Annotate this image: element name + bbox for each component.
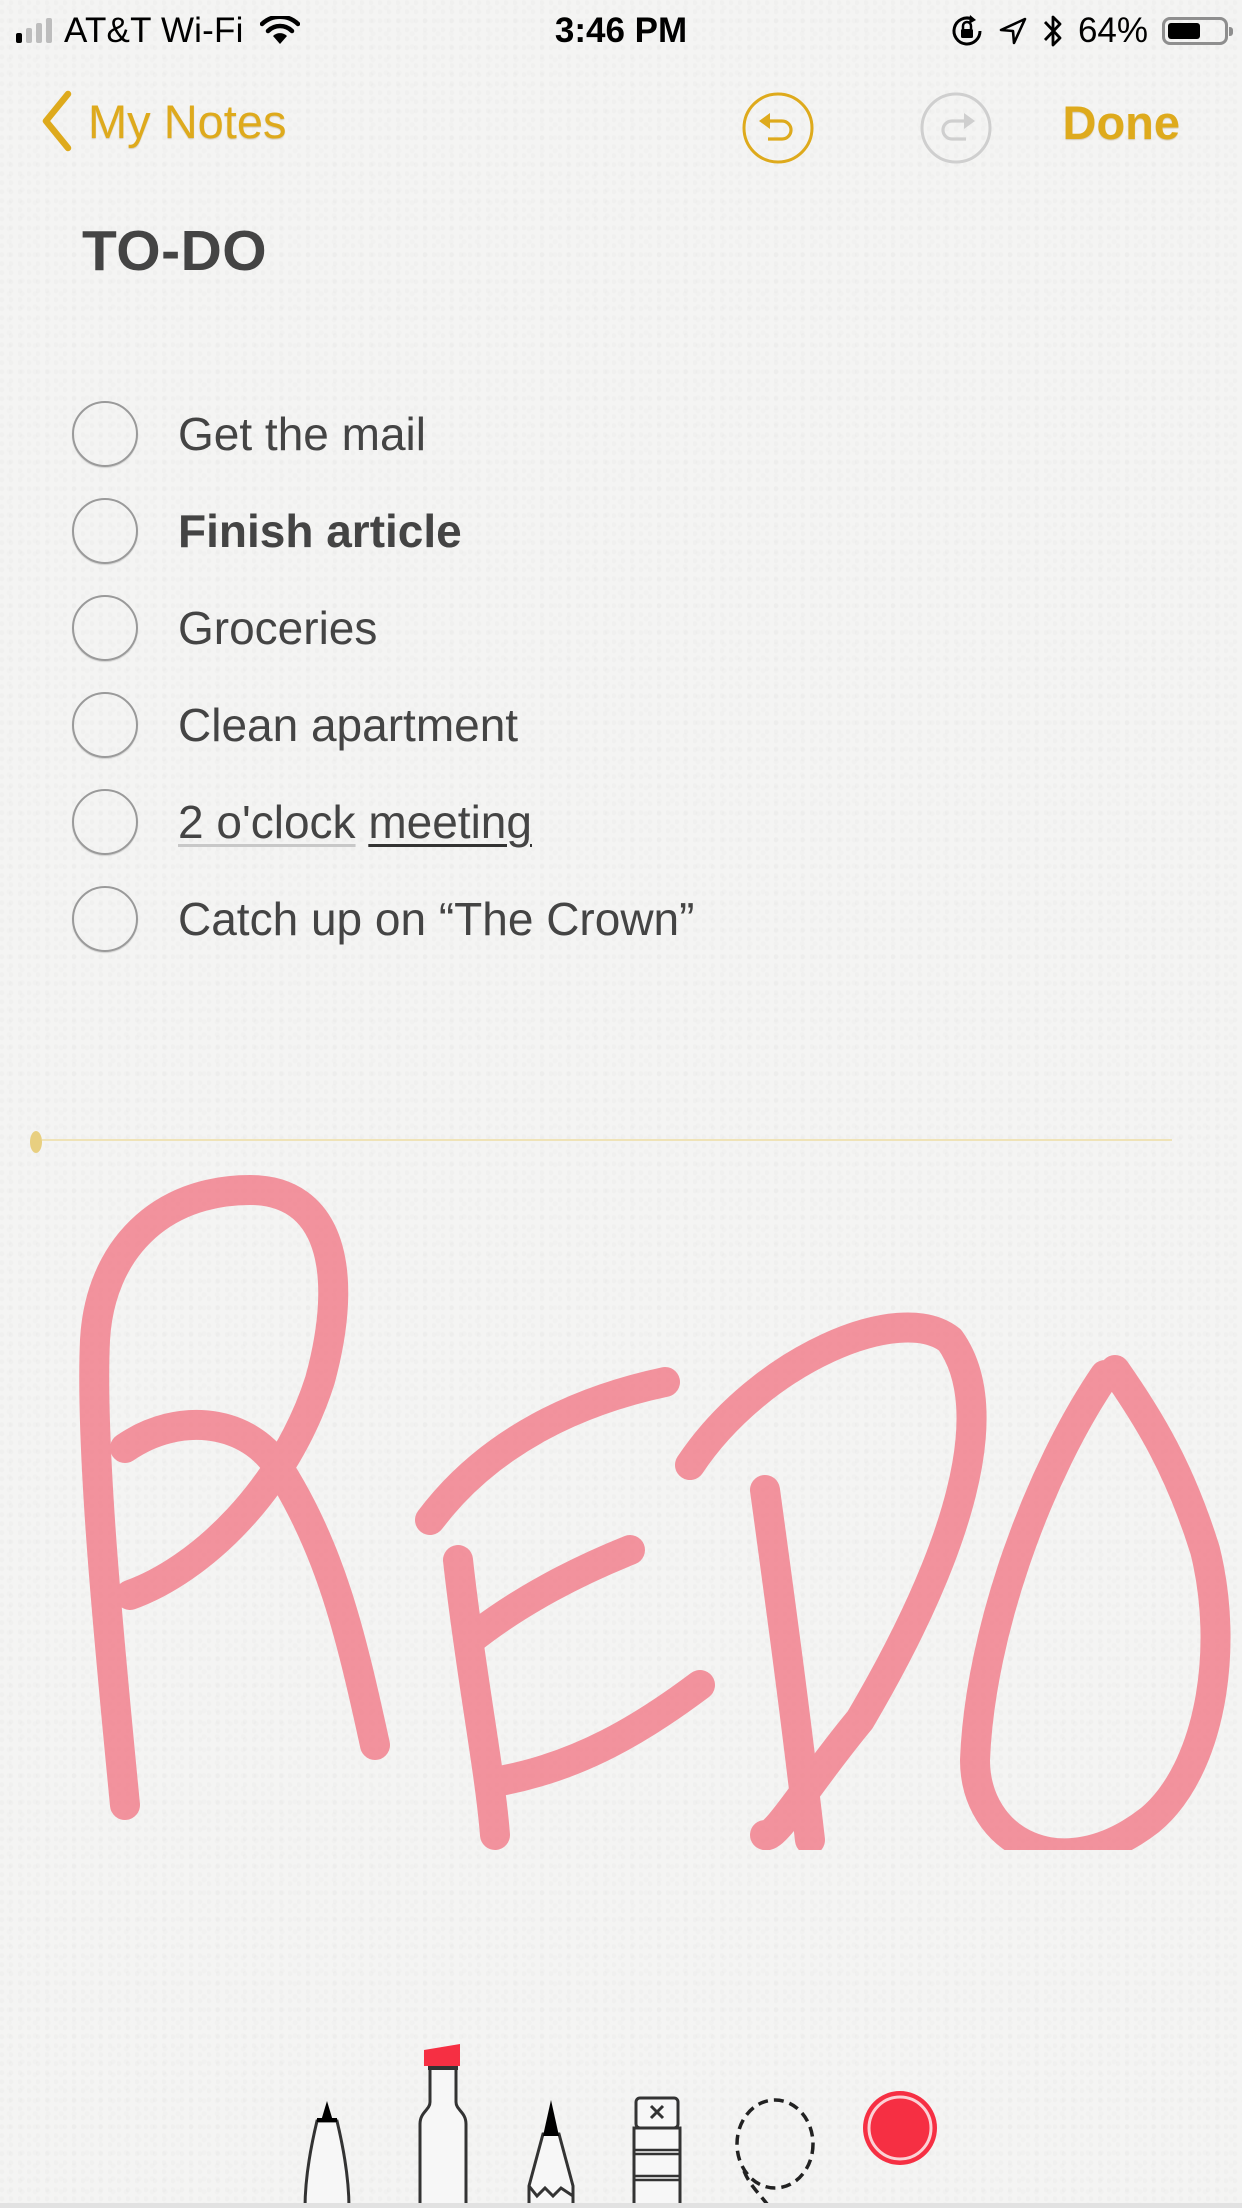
ink-stroke-e-top [415,1367,680,1535]
checklist-item[interactable]: 2 o'clock meeting [72,773,694,870]
redo-icon [920,92,992,164]
checklist-item[interactable]: Get the mail [72,385,694,482]
detected-event-link[interactable]: meeting [368,796,532,848]
drawing-tool-palette [0,2030,1242,2208]
checklist-circle-icon[interactable] [72,691,138,758]
checklist-item-text[interactable]: 2 o'clock meeting [178,795,532,849]
rotation-lock-icon [952,15,982,46]
checklist-item-text[interactable]: Clean apartment [178,698,518,752]
lasso-tool-icon[interactable] [730,2096,820,2208]
navigation-bar: My Notes Done [0,75,1242,175]
checklist-item-text[interactable]: Get the mail [178,407,426,461]
chevron-left-icon [42,90,72,152]
ink-stroke-e-bottom [490,1670,715,1795]
detected-time-link[interactable]: 2 o'clock [178,796,356,848]
checklist-item-text[interactable]: Finish article [178,504,462,558]
color-picker-button[interactable] [860,2088,940,2168]
redo-button[interactable] [919,91,993,165]
location-icon [999,17,1027,45]
ink-stroke-e-middle [455,1535,645,1655]
checklist-circle-icon[interactable] [72,497,138,564]
drawing-resize-handle[interactable] [30,1131,1172,1153]
checklist-item-text[interactable]: Groceries [178,601,377,655]
battery-level-fill [1168,23,1201,39]
back-button-label: My Notes [88,94,287,148]
back-button[interactable]: My Notes [40,90,287,152]
checklist-item[interactable]: Finish article [72,482,694,579]
checklist-item[interactable]: Clean apartment [72,676,694,773]
pen-tool-icon[interactable] [297,2096,357,2208]
ink-stroke-o [960,1355,1231,1850]
battery-percentage: 64% [1077,11,1148,50]
checklist-circle-icon[interactable] [72,885,138,952]
drawing-canvas[interactable] [0,1150,1242,1850]
eraser-tool-icon[interactable] [630,2096,684,2208]
drawing-top-border [42,1139,1172,1141]
marker-tool-icon[interactable] [410,2044,476,2208]
pencil-tool-icon[interactable] [523,2096,579,2208]
note-title[interactable]: TO-DO [82,218,267,284]
palette-bottom-edge [0,2203,1242,2208]
ink-stroke-e-stem [443,1545,510,1850]
checklist-circle-icon[interactable] [72,594,138,661]
undo-button[interactable] [741,91,815,165]
checklist-item[interactable]: Catch up on “The Crown” [72,870,694,967]
undo-icon [742,92,814,164]
checklist-item[interactable]: Groceries [72,579,694,676]
ink-stroke-d-bowl [675,1312,987,1850]
done-button[interactable]: Done [1063,95,1181,150]
status-bar: AT&T Wi-Fi 3:46 PM 64% [0,0,1242,60]
battery-icon [1162,17,1233,45]
checklist-item-text[interactable]: Catch up on “The Crown” [178,892,694,946]
checklist-circle-icon[interactable] [72,400,138,467]
checklist-circle-icon[interactable] [72,788,138,855]
checklist: Get the mail Finish article Groceries Cl… [72,385,694,967]
bluetooth-icon [1043,15,1062,47]
